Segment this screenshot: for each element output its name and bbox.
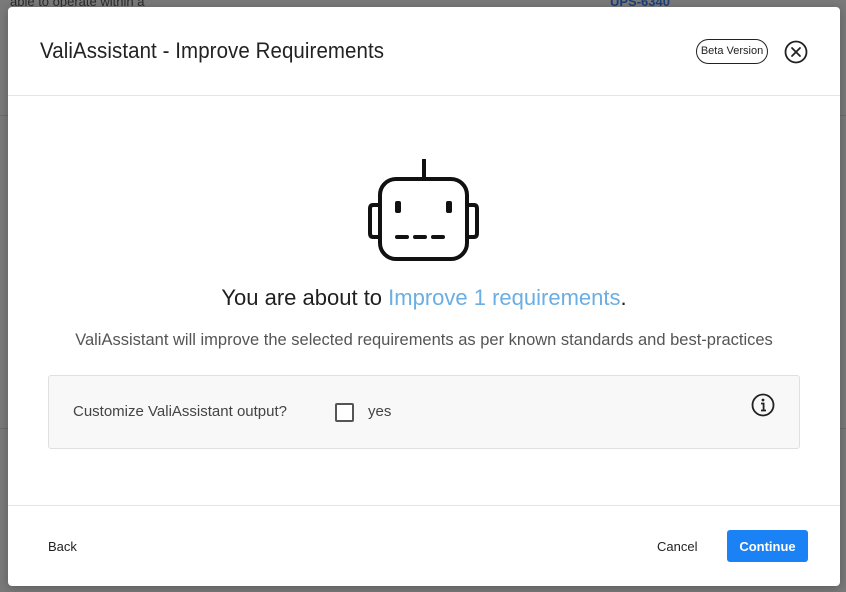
dialog-title: ValiAssistant - Improve Requirements — [40, 38, 385, 63]
robot-icon — [368, 159, 479, 261]
continue-button[interactable]: Continue — [727, 530, 808, 562]
headline-accent: Improve 1 requirements — [388, 285, 621, 310]
background-divider — [840, 428, 846, 429]
background-divider — [0, 115, 8, 116]
headline-prefix: You are about to — [221, 285, 389, 310]
checkbox-label[interactable]: yes — [368, 403, 391, 420]
background-divider — [840, 115, 846, 116]
headline-suffix: . — [620, 285, 627, 310]
dialog-footer: Back Cancel Continue — [8, 505, 840, 586]
background-divider — [0, 428, 8, 429]
cancel-button[interactable]: Cancel — [657, 536, 697, 556]
close-circle-icon — [784, 40, 808, 64]
dialog-header: ValiAssistant - Improve Requirements Bet… — [8, 7, 840, 96]
close-button[interactable] — [784, 40, 808, 64]
info-icon[interactable] — [751, 393, 775, 417]
dialog-headline: You are about to Improve 1 requirements. — [8, 285, 840, 311]
customize-label: Customize ValiAssistant output? — [73, 403, 287, 420]
dialog-description: ValiAssistant will improve the selected … — [75, 331, 773, 349]
customize-checkbox[interactable] — [335, 403, 354, 422]
back-button[interactable]: Back — [48, 536, 77, 556]
beta-version-badge: Beta Version — [696, 39, 768, 64]
customize-options-panel: Customize ValiAssistant output? yes — [48, 375, 800, 449]
improve-requirements-dialog: ValiAssistant - Improve Requirements Bet… — [8, 7, 840, 586]
